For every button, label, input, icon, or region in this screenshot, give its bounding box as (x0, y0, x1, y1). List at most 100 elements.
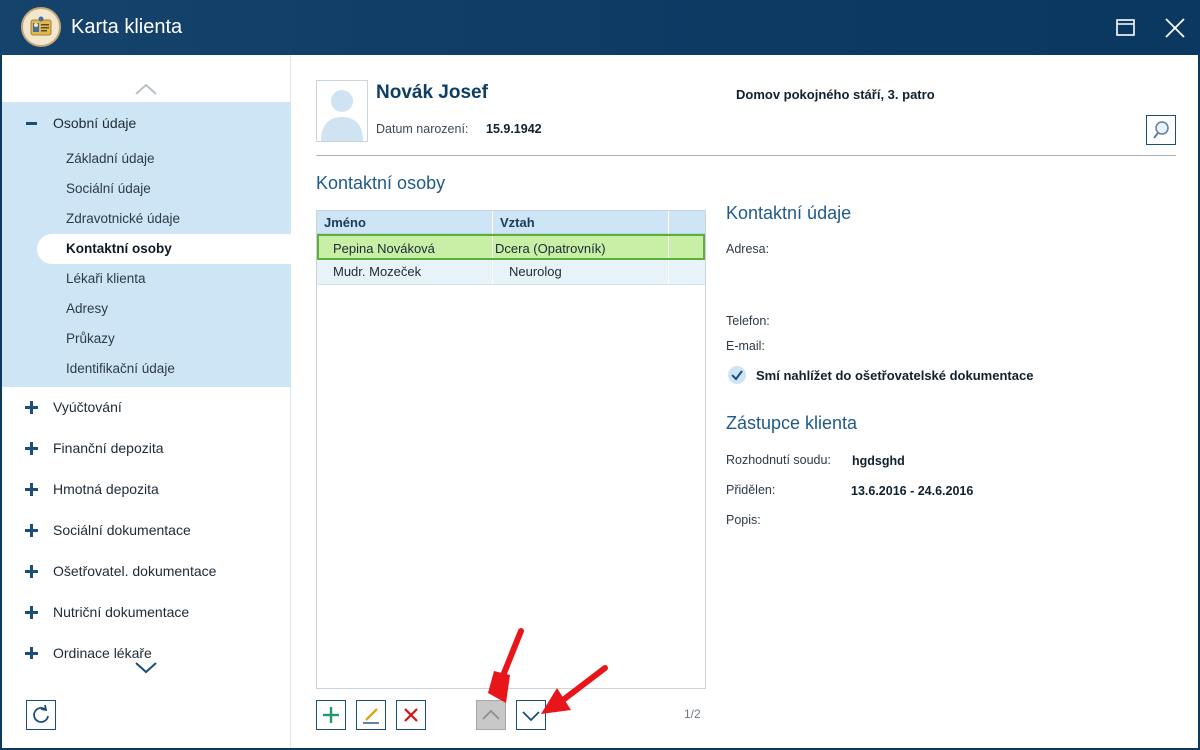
search-button[interactable] (1146, 115, 1176, 145)
expand-icon (25, 606, 38, 619)
maximize-button[interactable] (1111, 13, 1141, 43)
expand-icon (25, 524, 38, 537)
grid-header: Jméno Vztah (317, 211, 705, 234)
window-title: Karta klienta (71, 16, 183, 38)
cell-relation: Neurolog (509, 264, 562, 279)
column-divider[interactable] (492, 211, 493, 234)
expand-icon (25, 647, 38, 659)
court-decision-label: Rozhodnutí soudu: (726, 453, 831, 467)
date-of-birth-value: 15.9.1942 (486, 122, 542, 136)
expand-icon (25, 565, 38, 578)
table-row[interactable]: Pepina Nováková Dcera (Opatrovník) (317, 234, 705, 260)
table-row[interactable]: Mudr. Mozeček Neurolog (317, 260, 705, 285)
assigned-value: 13.6.2016 - 24.6.2016 (851, 484, 974, 498)
sidebar-item-basic-data[interactable]: Základní údaje (2, 144, 291, 174)
collapse-icon (26, 122, 37, 125)
pager-indicator: 1/2 (684, 707, 701, 721)
sidebar-item-label: Kontaktní osoby (66, 241, 172, 256)
contact-persons-title: Kontaktní osoby (316, 173, 446, 193)
sidebar: Osobní údaje Základní údaje Sociální úda… (2, 55, 291, 748)
facility-name: Domov pokojného stáří, 3. patro (736, 87, 935, 102)
close-icon (1165, 18, 1185, 38)
sidebar-item-label: Identifikační údaje (66, 361, 175, 376)
client-name: Novák Josef (376, 82, 488, 103)
sidebar-group-billing[interactable]: Vyúčtování (2, 387, 291, 428)
sidebar-group-nutrition-documentation[interactable]: Nutriční dokumentace (2, 592, 291, 633)
chevron-down-icon (522, 711, 540, 722)
sidebar-group-financial-deposits[interactable]: Finanční depozita (2, 428, 291, 469)
sidebar-item-label: Základní údaje (66, 151, 155, 166)
move-down-button[interactable] (516, 700, 546, 730)
sidebar-group-personal: Osobní údaje Základní údaje Sociální úda… (2, 102, 291, 387)
sidebar-group-doctor-office[interactable]: Ordinace lékaře (2, 633, 291, 659)
assigned-label: Přidělen: (726, 483, 776, 497)
refresh-icon (33, 704, 49, 723)
sidebar-scroll-up-button[interactable] (132, 81, 160, 97)
address-label: Adresa: (726, 242, 770, 256)
sidebar-item-label: Sociální údaje (66, 181, 151, 196)
sidebar-group-label: Nutriční dokumentace (53, 604, 190, 620)
date-of-birth-label: Datum narození: (376, 122, 469, 136)
sidebar-item-label: Lékaři klienta (66, 271, 146, 286)
cell-relation: Dcera (Opatrovník) (495, 241, 606, 256)
cell-divider (668, 260, 669, 284)
close-button[interactable] (1160, 13, 1190, 43)
expand-icon (25, 401, 38, 414)
sidebar-item-contact-persons[interactable]: Kontaktní osoby (37, 234, 291, 264)
email-label: E-mail: (726, 339, 765, 353)
sidebar-group-label: Osobní údaje (53, 115, 137, 131)
description-label: Popis: (726, 513, 761, 527)
phone-label: Telefon: (726, 314, 770, 328)
expand-icon (25, 483, 38, 496)
cell-divider (492, 236, 493, 258)
sidebar-item-social-data[interactable]: Sociální údaje (2, 174, 291, 204)
client-card-window: Osobní údaje Základní údaje Sociální úda… (2, 55, 1198, 748)
sidebar-group-label: Ošetřovatel. dokumentace (53, 563, 217, 579)
sidebar-group-label: Sociální dokumentace (53, 522, 191, 538)
sidebar-item-addresses[interactable]: Adresy (2, 294, 291, 324)
contacts-grid: Jméno Vztah Pepina Nováková Dcera (Opatr… (316, 210, 706, 689)
court-decision-value: hgdsghd (852, 454, 905, 468)
sidebar-group-label: Finanční depozita (53, 440, 164, 456)
maximize-icon (1116, 19, 1135, 36)
title-bar: Karta klienta (0, 0, 1200, 55)
sidebar-group-label: Hmotná depozita (53, 481, 159, 497)
sidebar-group-social-documentation[interactable]: Sociální dokumentace (2, 510, 291, 551)
sidebar-item-identification-data[interactable]: Identifikační údaje (2, 354, 291, 384)
sidebar-item-label: Průkazy (66, 331, 115, 346)
person-silhouette-icon (321, 90, 363, 141)
sidebar-scroll-down-button[interactable] (132, 659, 160, 675)
plus-icon (323, 707, 339, 723)
chevron-up-icon (482, 709, 500, 720)
nursing-documentation-permission: Smí nahlížet do ošetřovatelské dokumenta… (756, 368, 1034, 383)
delete-x-icon (404, 708, 418, 722)
delete-contact-button[interactable] (396, 700, 426, 730)
cell-name: Mudr. Mozeček (333, 264, 422, 279)
column-header-relation[interactable]: Vztah (500, 215, 535, 230)
move-up-button[interactable] (476, 700, 506, 730)
sidebar-group-label: Ordinace lékaře (53, 645, 152, 659)
sidebar-group-material-deposits[interactable]: Hmotná depozita (2, 469, 291, 510)
column-divider[interactable] (668, 211, 669, 234)
sidebar-group-list: Vyúčtování Finanční depozita Hmotná depo… (2, 387, 291, 659)
pencil-icon (363, 708, 379, 724)
header-divider (316, 155, 1176, 156)
sidebar-item-label: Adresy (66, 301, 109, 316)
contact-details-title: Kontaktní údaje (726, 203, 852, 223)
column-header-name[interactable]: Jméno (324, 215, 366, 230)
refresh-button[interactable] (26, 700, 56, 730)
edit-contact-button[interactable] (356, 700, 386, 730)
sidebar-group-personal-header[interactable]: Osobní údaje (2, 102, 291, 144)
sidebar-group-nursing-documentation[interactable]: Ošetřovatel. dokumentace (2, 551, 291, 592)
chevron-up-icon (135, 83, 157, 95)
sidebar-group-label: Vyúčtování (53, 399, 122, 415)
cell-name: Pepina Nováková (333, 241, 435, 256)
checkmark-icon (728, 366, 746, 384)
sidebar-item-client-doctors[interactable]: Lékaři klienta (2, 264, 291, 294)
cell-divider (492, 260, 493, 284)
search-icon (1153, 121, 1169, 139)
add-contact-button[interactable] (316, 700, 346, 730)
client-photo (316, 80, 368, 142)
sidebar-item-health-data[interactable]: Zdravotnické údaje (2, 204, 291, 234)
sidebar-item-id-cards[interactable]: Průkazy (2, 324, 291, 354)
